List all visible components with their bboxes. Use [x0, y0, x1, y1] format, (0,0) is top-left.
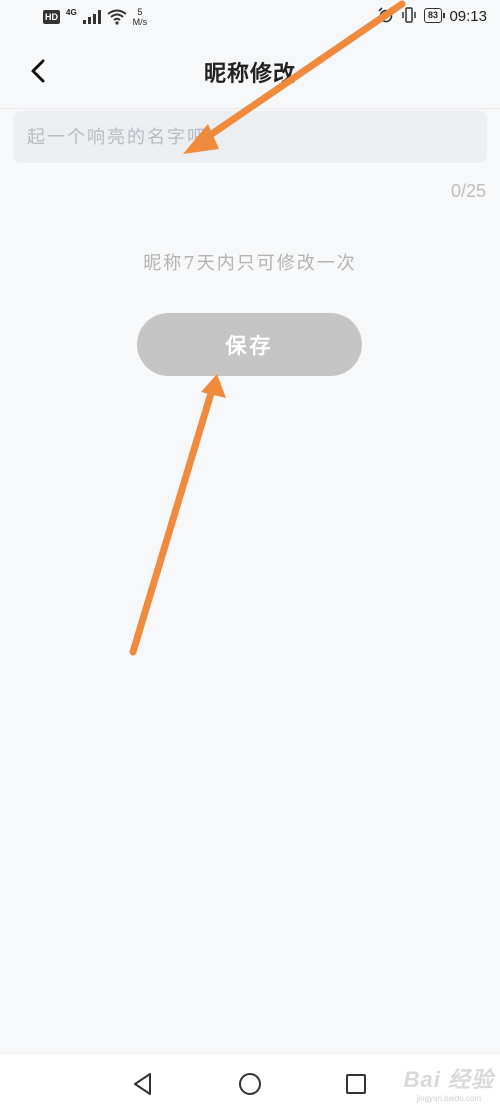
vibrate-icon	[402, 7, 416, 23]
status-bar: HD 4G 5 M/s 83 09:13	[0, 0, 500, 36]
nav-back-button[interactable]	[128, 1069, 158, 1099]
network-type: 4G	[66, 7, 77, 17]
speed-unit: M/s	[132, 17, 148, 27]
alarm-icon	[378, 7, 394, 23]
battery-indicator: 83	[423, 7, 446, 23]
hd-badge: HD	[43, 10, 60, 24]
top-bar: 昵称修改	[0, 36, 500, 109]
nickname-field[interactable]	[13, 111, 487, 163]
arrow-to-save	[129, 374, 226, 656]
circle-home-icon	[239, 1073, 261, 1095]
network-speed: 5 M/s	[133, 7, 148, 27]
signal-icon	[82, 10, 101, 24]
nav-recents-button[interactable]	[341, 1069, 371, 1099]
speed-value: 5	[137, 7, 143, 17]
nickname-input[interactable]	[13, 111, 487, 163]
clock: 09:13	[449, 8, 487, 25]
character-counter: 0/25	[450, 181, 486, 201]
watermark: Bai 经验 jingyan.baidu.com	[404, 1062, 494, 1103]
save-button[interactable]: 保存	[137, 313, 362, 376]
square-recents-icon	[346, 1074, 366, 1094]
wifi-icon	[107, 9, 127, 25]
status-left-group: HD 4G 5 M/s	[43, 7, 147, 27]
nav-home-button[interactable]	[235, 1069, 265, 1099]
nickname-hint: 昵称7天内只可修改一次	[143, 253, 357, 274]
watermark-sub: jingyan.baidu.com	[416, 1094, 482, 1103]
watermark-main: Bai 经验	[403, 1067, 494, 1092]
page-title: 昵称修改	[203, 61, 296, 87]
triangle-back-icon	[134, 1073, 151, 1095]
annotation-arrows	[129, 0, 406, 656]
status-right-group: 83 09:13	[378, 7, 487, 25]
